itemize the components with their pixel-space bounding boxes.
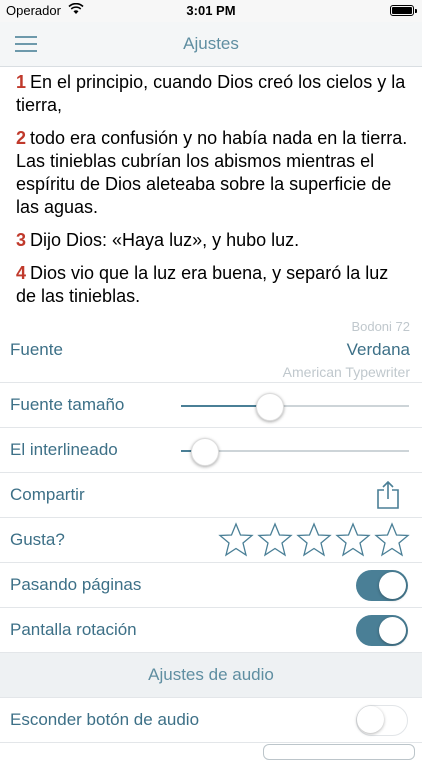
share-row[interactable]: Compartir <box>0 473 422 518</box>
partial-button[interactable] <box>263 744 415 760</box>
font-size-slider[interactable] <box>181 391 409 421</box>
share-icon[interactable] <box>376 481 400 509</box>
verse-number: 1 <box>16 72 27 92</box>
font-option-selected[interactable]: Verdana <box>347 340 410 360</box>
line-spacing-row: El interlineado <box>0 428 422 473</box>
font-row: Fuente Bodoni 72 Verdana American Typewr… <box>0 316 422 383</box>
line-spacing-label: El interlineado <box>10 440 118 459</box>
settings-list: Fuente Bodoni 72 Verdana American Typewr… <box>0 316 422 743</box>
font-option-prev[interactable]: Bodoni 72 <box>351 319 410 334</box>
page-turn-row: Pasando páginas <box>0 563 422 608</box>
toggle-knob <box>379 572 406 599</box>
hide-audio-toggle[interactable] <box>356 705 408 736</box>
font-size-row: Fuente tamaño <box>0 383 422 428</box>
verse: 1 En el principio, cuando Dios creó los c… <box>16 71 412 117</box>
rotation-label: Pantalla rotación <box>10 620 137 639</box>
verse: 4 Dios vio que la luz era buena, y separó… <box>16 262 412 308</box>
scripture-preview: 1 En el principio, cuando Dios creó los c… <box>16 68 412 318</box>
verse-number: 2 <box>16 128 27 148</box>
slider-thumb[interactable] <box>255 393 284 421</box>
font-option-next[interactable]: American Typewriter <box>283 364 410 380</box>
verse: 2 todo era confusión y no había nada en l… <box>16 127 412 219</box>
hide-audio-label: Esconder botón de audio <box>10 710 200 729</box>
battery-icon <box>390 5 417 16</box>
verse-number: 4 <box>16 263 27 283</box>
page-turn-toggle[interactable] <box>356 570 408 601</box>
status-bar: Operador 3:01 PM <box>0 0 422 22</box>
star-icon[interactable] <box>374 522 410 558</box>
star-icon[interactable] <box>257 522 293 558</box>
verse-text: Dios vio que la luz era buena, y separó … <box>16 263 389 306</box>
line-spacing-slider[interactable] <box>181 436 409 466</box>
rotation-row: Pantalla rotación <box>0 608 422 653</box>
page-turn-label: Pasando páginas <box>10 575 142 594</box>
slider-thumb[interactable] <box>191 438 220 466</box>
verse: 3 Dijo Dios: «Haya luz», y hubo luz. <box>16 229 412 252</box>
rating-stars[interactable] <box>215 522 410 558</box>
font-label: Fuente <box>10 340 63 359</box>
font-picker[interactable]: Bodoni 72 Verdana American Typewriter <box>180 316 410 382</box>
verse-text: En el principio, cuando Dios creó los ci… <box>16 72 406 115</box>
audio-section-header: Ajustes de audio <box>0 653 422 698</box>
toggle-knob <box>379 617 406 644</box>
status-time: 3:01 PM <box>186 3 236 18</box>
share-label: Compartir <box>10 485 85 504</box>
rating-label: Gusta? <box>10 530 65 549</box>
toggle-knob <box>357 706 384 733</box>
navigation-bar: Ajustes <box>0 22 422 67</box>
verse-text: todo era confusión y no había nada en la… <box>16 128 408 217</box>
star-icon[interactable] <box>335 522 371 558</box>
rotation-toggle[interactable] <box>356 615 408 646</box>
font-size-label: Fuente tamaño <box>10 395 125 414</box>
hide-audio-row: Esconder botón de audio <box>0 698 422 743</box>
star-icon[interactable] <box>218 522 254 558</box>
star-icon[interactable] <box>296 522 332 558</box>
page-title: Ajustes <box>183 34 239 53</box>
verse-number: 3 <box>16 230 27 250</box>
verse-text: Dijo Dios: «Haya luz», y hubo luz. <box>30 230 300 250</box>
rating-row: Gusta? <box>0 518 422 563</box>
audio-section-title: Ajustes de audio <box>148 665 274 684</box>
